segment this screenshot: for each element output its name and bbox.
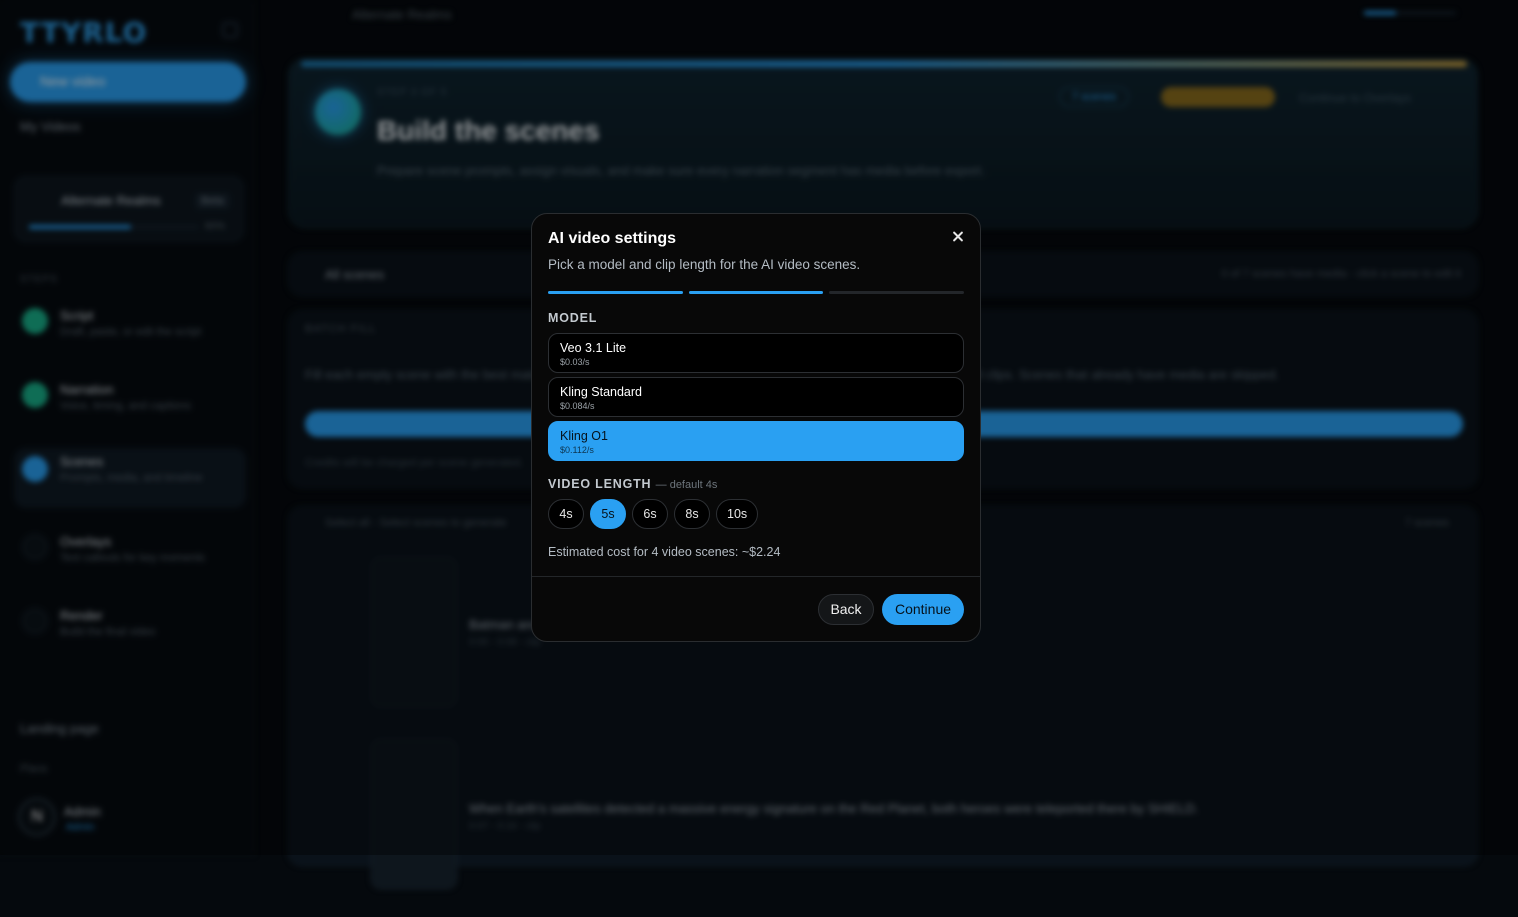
length-option-5s[interactable]: 5s	[590, 499, 626, 529]
model-price: $0.112/s	[560, 445, 594, 455]
wizard-progress	[548, 291, 964, 294]
progress-step-1	[548, 291, 683, 294]
video-length-default-note: — default 4s	[656, 479, 718, 491]
progress-step-3	[829, 291, 964, 294]
length-option-6s[interactable]: 6s	[632, 499, 668, 529]
model-label: MODEL	[548, 311, 597, 325]
model-price: $0.084/s	[560, 401, 595, 411]
model-name: Kling O1	[560, 429, 608, 443]
dialog-subtitle: Pick a model and clip length for the AI …	[548, 257, 860, 272]
length-option-10s[interactable]: 10s	[716, 499, 758, 529]
length-option-8s[interactable]: 8s	[674, 499, 710, 529]
footer-divider	[532, 576, 980, 577]
estimated-cost: Estimated cost for 4 video scenes: ~$2.2…	[548, 545, 780, 559]
continue-button[interactable]: Continue	[882, 594, 964, 625]
model-name: Kling Standard	[560, 385, 642, 399]
model-name: Veo 3.1 Lite	[560, 341, 626, 355]
length-option-4s[interactable]: 4s	[548, 499, 584, 529]
video-length-label: VIDEO LENGTH — default 4s	[548, 477, 717, 491]
length-options: 4s 5s 6s 8s 10s	[548, 499, 758, 529]
ai-video-settings-dialog: AI video settings Pick a model and clip …	[531, 213, 981, 642]
model-option-veo-lite[interactable]: Veo 3.1 Lite $0.03/s	[548, 333, 964, 373]
close-icon[interactable]	[947, 226, 969, 248]
model-price: $0.03/s	[560, 357, 590, 367]
dialog-title: AI video settings	[548, 230, 676, 248]
back-button[interactable]: Back	[818, 594, 874, 625]
model-option-kling-standard[interactable]: Kling Standard $0.084/s	[548, 377, 964, 417]
video-length-title: VIDEO LENGTH	[548, 477, 651, 491]
progress-step-2	[689, 291, 824, 294]
model-option-kling-o1[interactable]: Kling O1 $0.112/s	[548, 421, 964, 461]
